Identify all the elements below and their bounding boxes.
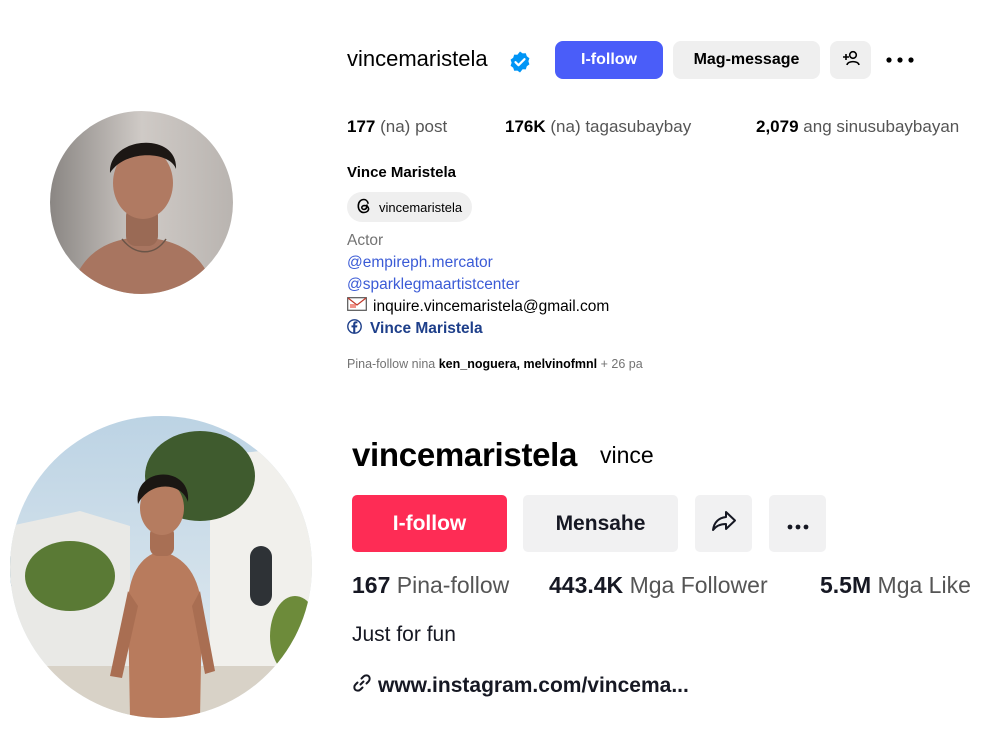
instagram-following-stat[interactable]: 2,079 ang sinusubaybayan bbox=[756, 117, 959, 137]
tiktok-following-count: 167 bbox=[352, 572, 391, 598]
threads-link[interactable]: vincemaristela bbox=[347, 192, 473, 222]
tiktok-likes-label: Mga Like bbox=[877, 572, 971, 598]
followers-label: (na) tagasubaybay bbox=[550, 117, 692, 136]
instagram-follow-button[interactable]: I-follow bbox=[555, 41, 663, 79]
tiktok-likes-count: 5.5M bbox=[820, 572, 872, 598]
tiktok-bio: Just for fun bbox=[352, 623, 456, 646]
tiktok-link-text: www.instagram.com/vincema... bbox=[378, 674, 689, 697]
tiktok-nickname: vince bbox=[600, 442, 654, 468]
instagram-followers-stat[interactable]: 176K (na) tagasubaybay bbox=[505, 117, 691, 137]
bio-category: Actor bbox=[347, 232, 384, 249]
tiktok-followers-count: 443.4K bbox=[549, 572, 624, 598]
suggested-users-button[interactable] bbox=[830, 41, 871, 79]
following-label: ang sinusubaybayan bbox=[803, 117, 960, 136]
facebook-name: Vince Maristela bbox=[370, 320, 483, 337]
bio-facebook-link[interactable]: Vince Maristela bbox=[347, 319, 483, 339]
tiktok-followers-stat[interactable]: 443.4K Mga Follower bbox=[549, 572, 768, 599]
instagram-username: vincemaristela bbox=[347, 46, 488, 71]
bio-email: inquire.vincemaristela@gmail.com bbox=[373, 297, 610, 315]
instagram-display-name: Vince Maristela bbox=[347, 164, 456, 181]
link-icon bbox=[352, 673, 372, 699]
tiktok-bio-link[interactable]: www.instagram.com/vincema... bbox=[352, 673, 689, 699]
bio-mention-sparkle[interactable]: @sparklegmaartistcenter bbox=[347, 276, 520, 294]
instagram-more-options-icon[interactable] bbox=[884, 48, 916, 72]
followed-by-user: melvinofmnl bbox=[523, 357, 598, 371]
threads-icon bbox=[355, 197, 373, 218]
followed-by-separator: , bbox=[516, 357, 521, 371]
verified-badge-icon bbox=[508, 50, 532, 74]
add-user-icon bbox=[842, 50, 860, 71]
followed-by-user: ken_noguera bbox=[438, 357, 517, 371]
bio-email-line: inquire.vincemaristela@gmail.com bbox=[347, 297, 609, 316]
tiktok-following-label: Pina-follow bbox=[396, 572, 510, 598]
instagram-posts-stat[interactable]: 177 (na) post bbox=[347, 117, 447, 137]
tiktok-message-button[interactable]: Mensahe bbox=[523, 495, 678, 552]
threads-handle: vincemaristela bbox=[379, 199, 463, 215]
tiktok-avatar[interactable] bbox=[10, 416, 312, 718]
followers-count: 176K bbox=[505, 117, 546, 136]
tiktok-share-button[interactable] bbox=[695, 495, 752, 552]
instagram-message-button[interactable]: Mag-message bbox=[673, 41, 820, 79]
followed-by-suffix: + 26 pa bbox=[600, 357, 643, 371]
followed-by-prefix: Pina-follow nina bbox=[347, 357, 436, 371]
tiktok-likes-stat: 5.5M Mga Like bbox=[820, 572, 971, 599]
envelope-icon bbox=[347, 297, 367, 316]
tiktok-following-stat[interactable]: 167 Pina-follow bbox=[352, 572, 509, 599]
share-arrow-icon bbox=[711, 509, 737, 539]
tiktok-followers-label: Mga Follower bbox=[629, 572, 768, 598]
posts-count: 177 bbox=[347, 117, 376, 136]
bio-mention-empireph[interactable]: @empireph.mercator bbox=[347, 254, 493, 272]
tiktok-username: vincemaristela bbox=[352, 436, 578, 473]
posts-label: (na) post bbox=[380, 117, 448, 136]
tiktok-follow-button[interactable]: I-follow bbox=[352, 495, 507, 552]
facebook-icon bbox=[347, 319, 362, 339]
instagram-avatar[interactable] bbox=[50, 111, 233, 294]
tiktok-more-options-button[interactable] bbox=[769, 495, 826, 552]
more-dots-icon bbox=[787, 512, 809, 536]
following-count: 2,079 bbox=[756, 117, 799, 136]
followed-by-text[interactable]: Pina-follow nina ken_noguera, melvinofmn… bbox=[347, 357, 643, 371]
